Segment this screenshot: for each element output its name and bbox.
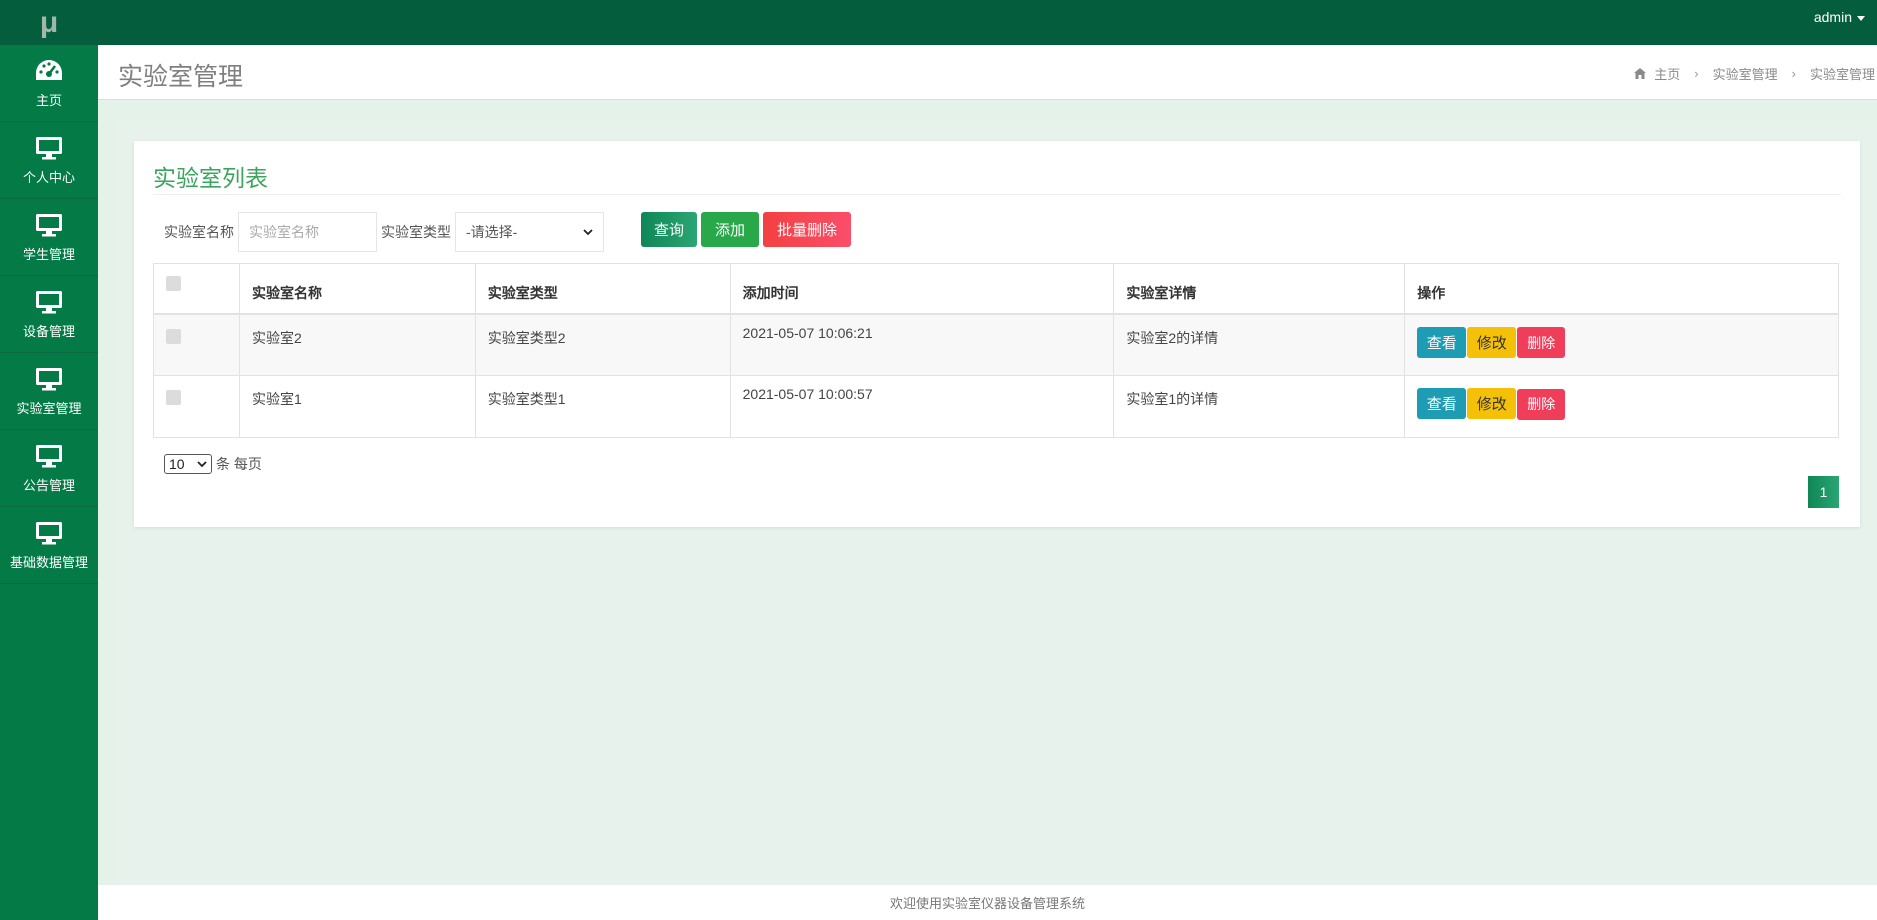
divider: [153, 194, 1841, 195]
page-size-suffix: 条 每页: [216, 456, 262, 472]
top-bar: admin: [98, 0, 1877, 45]
sidebar-item-label: 基础数据管理: [9, 554, 88, 570]
query-button[interactable]: 查询: [641, 212, 697, 247]
column-header: 实验室类型: [475, 263, 731, 314]
chevron-down-icon: [583, 228, 593, 235]
sidebar-item-label: 主页: [35, 92, 62, 108]
footer-text: 欢迎使用实验室仪器设备管理系统: [889, 896, 1085, 911]
lab-type-label: 实验室类型: [381, 224, 451, 240]
monitor-icon: [36, 213, 62, 236]
footer: 欢迎使用实验室仪器设备管理系统: [98, 885, 1877, 920]
added-time-cell: 2021-05-07 10:00:57: [730, 375, 1115, 438]
row-checkbox[interactable]: [166, 328, 181, 344]
column-header: 实验室详情: [1113, 263, 1406, 314]
page-header: 实验室管理 主页 › 实验室管理 › 实验室管理: [98, 45, 1877, 100]
sidebar-item-label: 个人中心: [22, 169, 75, 185]
sidebar-item-base-data[interactable]: 基础数据管理: [0, 507, 98, 584]
chevron-down-icon: [197, 460, 207, 467]
monitor-icon: [36, 521, 62, 544]
edit-button[interactable]: 修改: [1467, 326, 1517, 358]
batch-delete-button[interactable]: 批量删除: [763, 212, 851, 247]
delete-button[interactable]: 删除: [1517, 327, 1566, 358]
page-title: 实验室管理: [118, 63, 244, 91]
monitor-icon: [36, 444, 62, 467]
delete-button[interactable]: 删除: [1517, 388, 1566, 420]
filter-row: 实验室名称 实验室类型 -请选择-: [164, 212, 604, 252]
sidebar-item-label: 公告管理: [22, 477, 75, 493]
breadcrumb-home[interactable]: 主页: [1654, 64, 1680, 83]
breadcrumb-current: 实验室管理: [1809, 67, 1875, 82]
lab-type-selected: -请选择-: [466, 224, 518, 240]
page-size-control: 10 条 每页: [164, 454, 262, 474]
column-header: 添加时间: [730, 263, 1115, 314]
added-time-cell: 2021-05-07 10:06:21: [730, 313, 1115, 376]
caret-down-icon: [1857, 15, 1865, 21]
sidebar-item-announcements[interactable]: 公告管理: [0, 430, 98, 507]
sidebar-item-home[interactable]: 主页: [0, 45, 98, 122]
lab-name-input[interactable]: [238, 212, 377, 252]
monitor-icon: [36, 136, 62, 159]
sidebar-item-students[interactable]: 学生管理: [0, 199, 98, 276]
monitor-icon: [36, 367, 62, 390]
username: admin: [1813, 9, 1852, 25]
edit-button[interactable]: 修改: [1467, 388, 1517, 419]
chevron-right-icon: ›: [1694, 66, 1699, 81]
column-header: 实验室名称: [239, 263, 476, 314]
lab-name-cell: 实验室2: [239, 313, 476, 376]
actions-cell: 查看 修改 删除: [1405, 376, 1839, 438]
column-header: 操作: [1417, 285, 1446, 301]
sidebar: μ 主页 个人中心 学生管理 设备管理 实验室管理 公告管理 基础数据管理: [0, 0, 98, 920]
lab-name-label: 实验室名称: [164, 224, 234, 240]
sidebar-item-label: 设备管理: [22, 323, 75, 339]
actions-cell: 查看 修改 删除: [1405, 314, 1839, 376]
chevron-right-icon: ›: [1791, 66, 1796, 81]
page-size-select[interactable]: 10: [164, 454, 212, 474]
monitor-icon: [36, 290, 62, 313]
home-icon: [1634, 68, 1647, 79]
sidebar-item-personal-center[interactable]: 个人中心: [0, 122, 98, 199]
select-all-checkbox[interactable]: [166, 276, 181, 291]
view-button[interactable]: 查看: [1417, 326, 1467, 358]
lab-detail-cell: 实验室2的详情: [1113, 313, 1406, 376]
lab-detail-cell: 实验室1的详情: [1113, 375, 1406, 438]
table-header-row: 实验室名称 实验室类型 添加时间 实验室详情 操作: [153, 263, 1839, 314]
view-button[interactable]: 查看: [1417, 388, 1467, 419]
breadcrumb: 主页 › 实验室管理 › 实验室管理: [1634, 64, 1875, 83]
page-size-value: 10: [169, 456, 185, 472]
row-checkbox[interactable]: [166, 390, 181, 405]
logo[interactable]: μ: [0, 0, 98, 45]
sidebar-item-labs[interactable]: 实验室管理: [0, 353, 98, 430]
row-select-cell: [153, 375, 240, 438]
lab-type-select[interactable]: -请选择-: [455, 212, 604, 252]
add-button[interactable]: 添加: [701, 212, 759, 247]
lab-list-card: 实验室列表 实验室名称 实验室类型 -请选择- 查询 添加 批量删除 实验室名称: [134, 141, 1860, 527]
sidebar-item-equipment[interactable]: 设备管理: [0, 276, 98, 353]
lab-type-cell: 实验室类型2: [475, 313, 731, 376]
card-title: 实验室列表: [153, 165, 268, 191]
row-select-cell: [153, 313, 240, 376]
lab-name-cell: 实验室1: [239, 375, 476, 438]
lab-type-cell: 实验室类型1: [475, 375, 731, 438]
table-row: 实验室1 实验室类型1 2021-05-07 10:00:57 实验室1的详情 …: [153, 375, 1839, 438]
user-menu[interactable]: admin: [1814, 9, 1865, 25]
dashboard-icon: [36, 59, 62, 80]
table-row: 实验室2 实验室类型2 2021-05-07 10:06:21 实验室2的详情 …: [153, 313, 1839, 376]
select-all-cell: [153, 263, 240, 314]
lab-table: 实验室名称 实验室类型 添加时间 实验室详情 操作 实验室2 实验室类型2 20…: [153, 263, 1839, 438]
breadcrumb-item[interactable]: 实验室管理: [1713, 64, 1778, 83]
sidebar-item-label: 实验室管理: [16, 400, 82, 416]
page-button-current[interactable]: 1: [1808, 476, 1839, 508]
sidebar-item-label: 学生管理: [22, 246, 75, 262]
